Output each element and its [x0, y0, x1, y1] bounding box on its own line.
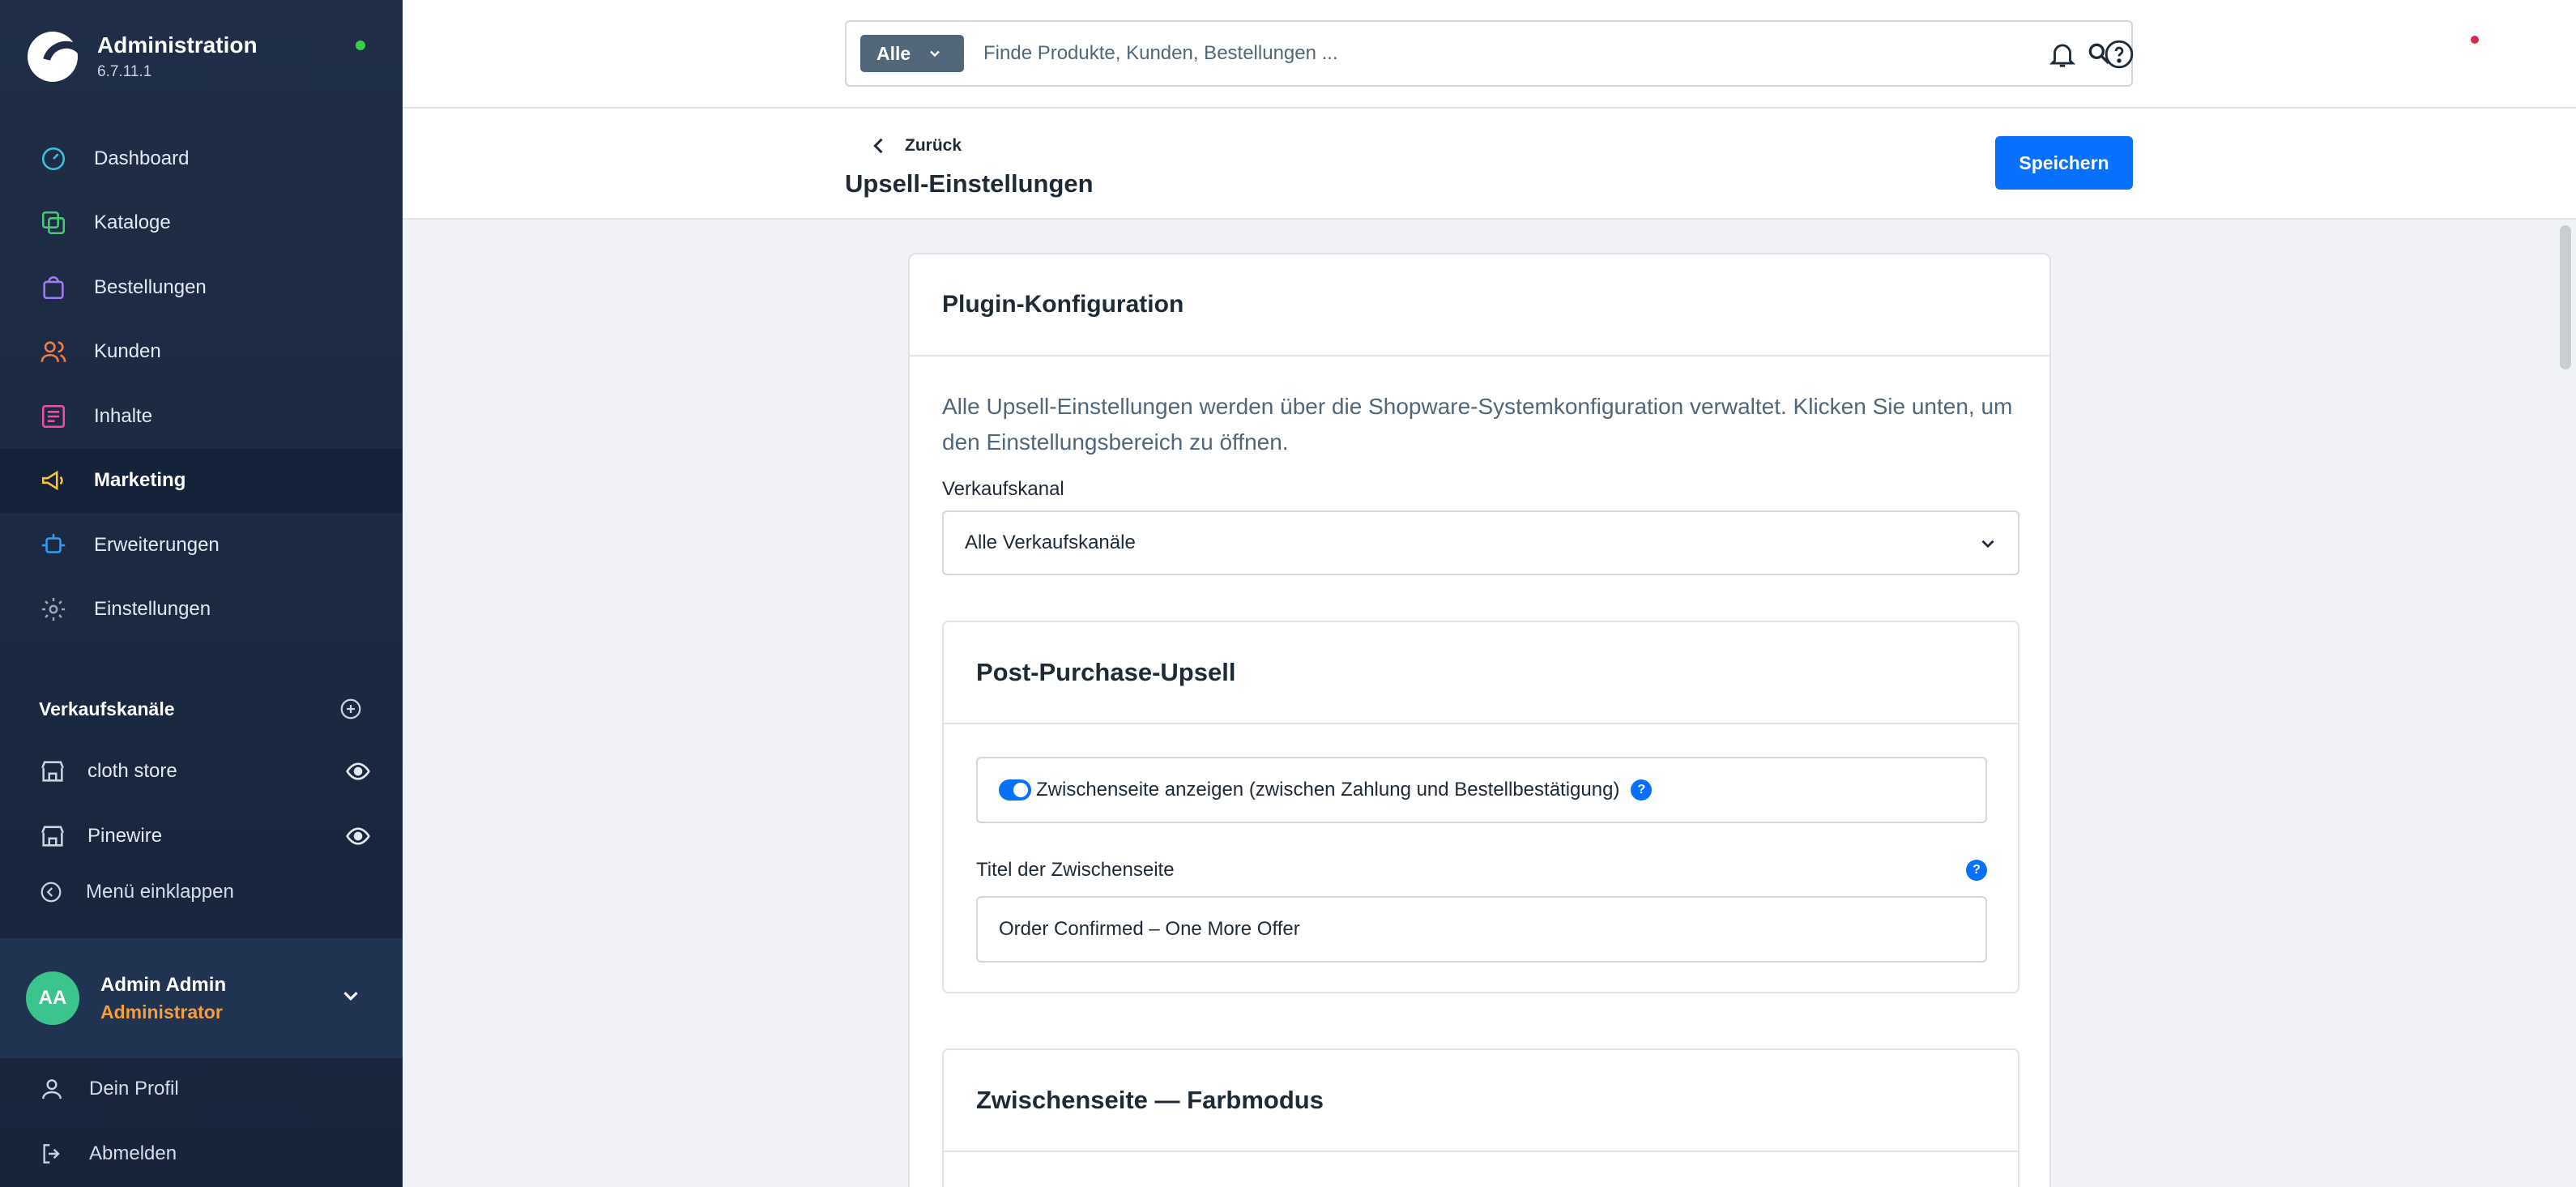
nav-label: Einstellungen: [94, 598, 211, 621]
main-nav: Dashboard Kataloge Bestellungen Kunden I…: [0, 126, 403, 642]
page-title-field-label: Titel der Zwischenseite ?: [976, 859, 1987, 882]
logout-link[interactable]: Abmelden: [39, 1141, 363, 1167]
interstitial-toggle[interactable]: [999, 779, 1031, 801]
notification-badge: [2471, 36, 2479, 44]
logout-label: Abmelden: [89, 1142, 177, 1164]
sales-channel-select[interactable]: Alle Verkaufskanäle: [942, 510, 2019, 575]
eye-icon[interactable]: [345, 823, 371, 849]
shopware-logo-icon: [28, 32, 78, 82]
settings-icon: [39, 595, 68, 624]
chevron-left-icon: [873, 138, 883, 154]
plugin-config-description: Alle Upsell-Einstellungen werden über di…: [942, 394, 2013, 455]
logout-icon: [43, 1144, 60, 1164]
bell-icon[interactable]: [2047, 39, 2078, 70]
content-icon: [39, 402, 68, 431]
nav-item-dashboard[interactable]: Dashboard: [0, 126, 403, 191]
nav-item-erweiterungen[interactable]: Erweiterungen: [0, 513, 403, 578]
help-icon[interactable]: ?: [1631, 779, 1653, 801]
chevron-down-icon[interactable]: [339, 984, 363, 1008]
online-status-icon: [356, 41, 365, 50]
dashboard-icon: [39, 144, 68, 173]
avatar: AA: [26, 971, 79, 1025]
sales-channel-label: cloth store: [87, 760, 177, 782]
chevron-down-icon: [1981, 540, 1994, 549]
profile-label: Dein Profil: [89, 1078, 179, 1099]
back-button[interactable]: Zurück: [868, 134, 962, 157]
nav-item-inhalte[interactable]: Inhalte: [0, 384, 403, 449]
search-type-label: Alle: [876, 42, 911, 64]
nav-label: Dashboard: [94, 147, 190, 169]
search-type-select[interactable]: Alle: [860, 35, 964, 72]
collapse-icon: [41, 882, 62, 903]
nav-item-einstellungen[interactable]: Einstellungen: [0, 578, 403, 643]
post-purchase-title: Post-Purchase-Upsell: [944, 622, 2018, 724]
search-input[interactable]: [983, 42, 2086, 65]
sales-channel-pinewire[interactable]: Pinewire: [39, 820, 371, 852]
nav-label: Inhalte: [94, 404, 153, 427]
orders-icon: [39, 273, 68, 302]
global-search: Alle: [845, 20, 2133, 87]
sales-channel-field-label: Verkaufskanal: [942, 478, 1064, 500]
brand[interactable]: Administration 6.7.11.1: [28, 29, 258, 84]
sales-channels-heading: Verkaufskanäle: [39, 697, 363, 721]
add-sales-channel-icon[interactable]: [339, 697, 363, 721]
nav-item-bestellungen[interactable]: Bestellungen: [0, 255, 403, 320]
nav-label: Erweiterungen: [94, 533, 220, 556]
page-scrollbar[interactable]: [2560, 225, 2571, 369]
page-title-label: Titel der Zwischenseite: [976, 859, 1175, 881]
nav-item-kataloge[interactable]: Kataloge: [0, 191, 403, 256]
plugin-config-title: Plugin-Konfiguration: [910, 254, 2049, 357]
sales-channel-select-value: Alle Verkaufskanäle: [965, 532, 1136, 553]
customers-icon: [39, 337, 68, 366]
interstitial-toggle-field: Zwischenseite anzeigen (zwischen Zahlung…: [976, 757, 1987, 823]
storefront-icon: [41, 826, 64, 847]
help-icon[interactable]: ?: [1966, 860, 1987, 881]
nav-label: Bestellungen: [94, 275, 207, 298]
plugin-config-card: Plugin-Konfiguration Alle Upsell-Einstel…: [908, 253, 2051, 1187]
nav-label: Kataloge: [94, 211, 171, 234]
nav-label: Marketing: [94, 469, 186, 492]
user-name: Admin Admin: [100, 973, 227, 996]
top-bar: Alle: [403, 0, 2576, 109]
page-title-input[interactable]: [976, 896, 1987, 963]
user-menu[interactable]: AA Admin Admin Administrator: [0, 938, 403, 1058]
chevron-down-icon: [930, 50, 940, 58]
nav-item-marketing[interactable]: Marketing: [0, 448, 403, 513]
collapse-label: Menü einklappen: [86, 881, 234, 903]
color-mode-card: Zwischenseite — Farbmodus: [942, 1048, 2019, 1187]
sales-channel-cloth-store[interactable]: cloth store: [39, 755, 371, 788]
nav-item-kunden[interactable]: Kunden: [0, 320, 403, 385]
save-button[interactable]: Speichern: [1995, 136, 2133, 190]
interstitial-toggle-label: Zwischenseite anzeigen (zwischen Zahlung…: [1036, 779, 1620, 801]
color-mode-title: Zwischenseite — Farbmodus: [944, 1050, 2018, 1152]
page-header: Zurück Upsell-Einstellungen Speichern: [403, 109, 2576, 220]
app-version: 6.7.11.1: [97, 63, 152, 80]
page-title: Upsell-Einstellungen: [845, 169, 1094, 198]
app-title: Administration: [97, 32, 258, 58]
eye-icon[interactable]: [345, 758, 371, 784]
marketing-icon: [39, 466, 68, 495]
back-label: Zurück: [905, 136, 962, 155]
profile-link[interactable]: Dein Profil: [39, 1076, 363, 1102]
sales-channel-label: Pinewire: [87, 825, 163, 847]
help-icon[interactable]: [2104, 39, 2135, 70]
post-purchase-card: Post-Purchase-Upsell Zwischenseite anzei…: [942, 621, 2019, 993]
catalog-icon: [39, 208, 68, 237]
sales-channels-title: Verkaufskanäle: [39, 698, 175, 719]
nav-label: Kunden: [94, 340, 161, 363]
storefront-icon: [41, 761, 64, 782]
extensions-icon: [39, 531, 68, 560]
user-role: Administrator: [100, 1001, 223, 1023]
collapse-menu-button[interactable]: Menü einklappen: [39, 880, 234, 904]
sidebar: Administration 6.7.11.1 Dashboard Katalo…: [0, 0, 403, 1187]
user-icon: [42, 1079, 62, 1099]
